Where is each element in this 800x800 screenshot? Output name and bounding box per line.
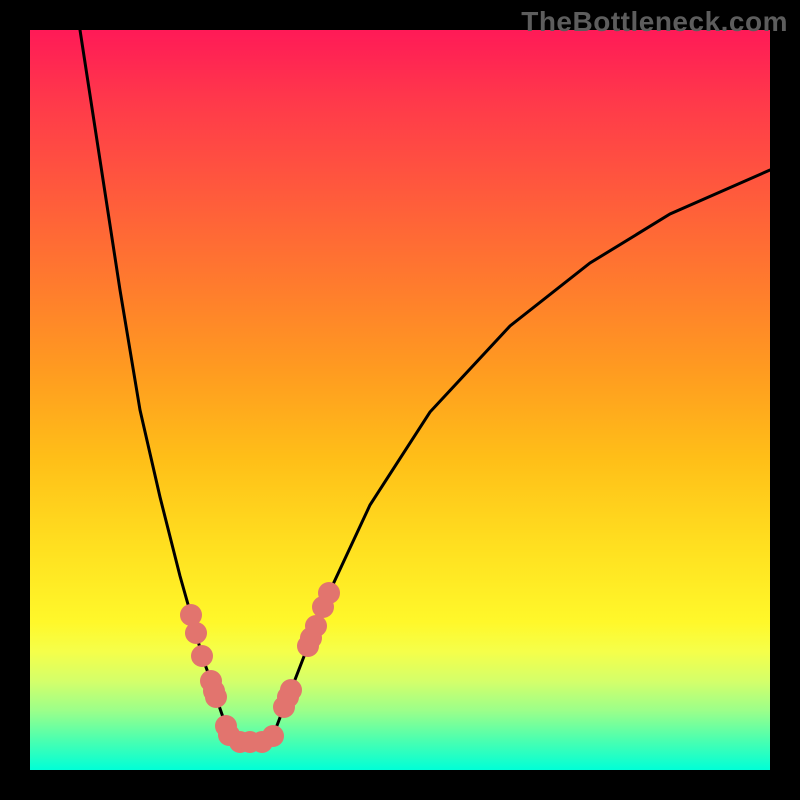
chart-frame: TheBottleneck.com (0, 0, 800, 800)
curve-marker (262, 725, 284, 747)
chart-svg (30, 30, 770, 770)
curve-marker (191, 645, 213, 667)
curve-marker (185, 622, 207, 644)
curve-marker (305, 615, 327, 637)
bottleneck-curve (80, 30, 770, 742)
watermark-text: TheBottleneck.com (521, 6, 788, 38)
chart-plot-area (30, 30, 770, 770)
curve-markers (180, 582, 340, 753)
curve-marker (318, 582, 340, 604)
curve-marker (280, 679, 302, 701)
curve-marker (205, 686, 227, 708)
